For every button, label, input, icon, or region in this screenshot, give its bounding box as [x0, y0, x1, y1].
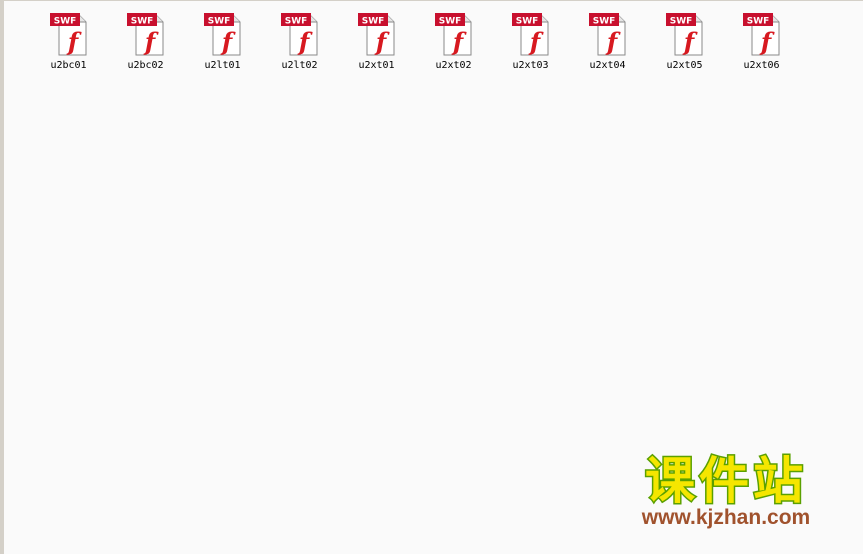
swf-file-icon: SWF f	[665, 11, 705, 59]
file-item[interactable]: SWF f u2xt01	[338, 11, 415, 73]
file-name-label: u2lt02	[281, 60, 318, 71]
file-item[interactable]: SWF f u2xt06	[723, 11, 800, 73]
file-name-label: u2bc01	[50, 60, 87, 71]
swf-file-icon: SWF f	[511, 11, 551, 59]
file-name-label: u2bc02	[127, 60, 164, 71]
swf-badge-label: SWF	[592, 17, 615, 27]
swf-badge-label: SWF	[207, 17, 230, 27]
file-item[interactable]: SWF f u2xt05	[646, 11, 723, 73]
kjzhan-watermark-logo: 课件站 www.kjzhan.com	[614, 452, 839, 530]
swf-badge-label: SWF	[361, 17, 384, 27]
file-name-label: u2xt01	[358, 60, 395, 71]
swf-badge-label: SWF	[53, 17, 76, 27]
swf-badge-label: SWF	[746, 17, 769, 27]
file-item[interactable]: SWF f u2lt02	[261, 11, 338, 73]
swf-file-icon: SWF f	[434, 11, 474, 59]
watermark-graphic: 课件站 www.kjzhan.com	[639, 452, 811, 530]
swf-file-icon: SWF f	[357, 11, 397, 59]
swf-badge-label: SWF	[284, 17, 307, 27]
file-browser-window: SWF f u2bc01 SWF f u2bc02 SWF f u2lt01 SWF f u2lt02…	[0, 0, 863, 554]
file-item[interactable]: SWF f u2xt02	[415, 11, 492, 73]
swf-badge-label: SWF	[515, 17, 538, 27]
swf-file-icon: SWF f	[203, 11, 243, 59]
swf-file-icon: SWF f	[588, 11, 628, 59]
file-item[interactable]: SWF f u2xt04	[569, 11, 646, 73]
file-name-label: u2xt04	[589, 60, 626, 71]
swf-badge-label: SWF	[130, 17, 153, 27]
watermark-title: 课件站	[645, 452, 807, 510]
file-item[interactable]: SWF f u2xt03	[492, 11, 569, 73]
swf-file-icon: SWF f	[49, 11, 89, 59]
file-list: SWF f u2bc01 SWF f u2bc02 SWF f u2lt01 SWF f u2lt02…	[30, 11, 800, 73]
file-name-label: u2xt06	[743, 60, 780, 71]
file-name-label: u2xt03	[512, 60, 549, 71]
swf-file-icon: SWF f	[742, 11, 782, 59]
swf-badge-label: SWF	[669, 17, 692, 27]
file-item[interactable]: SWF f u2bc01	[30, 11, 107, 73]
swf-badge-label: SWF	[438, 17, 461, 27]
swf-file-icon: SWF f	[126, 11, 166, 59]
file-name-label: u2xt02	[435, 60, 472, 71]
file-item[interactable]: SWF f u2lt01	[184, 11, 261, 73]
file-item[interactable]: SWF f u2bc02	[107, 11, 184, 73]
file-name-label: u2lt01	[204, 60, 241, 71]
watermark-url: www.kjzhan.com	[641, 506, 810, 529]
file-name-label: u2xt05	[666, 60, 703, 71]
swf-file-icon: SWF f	[280, 11, 320, 59]
